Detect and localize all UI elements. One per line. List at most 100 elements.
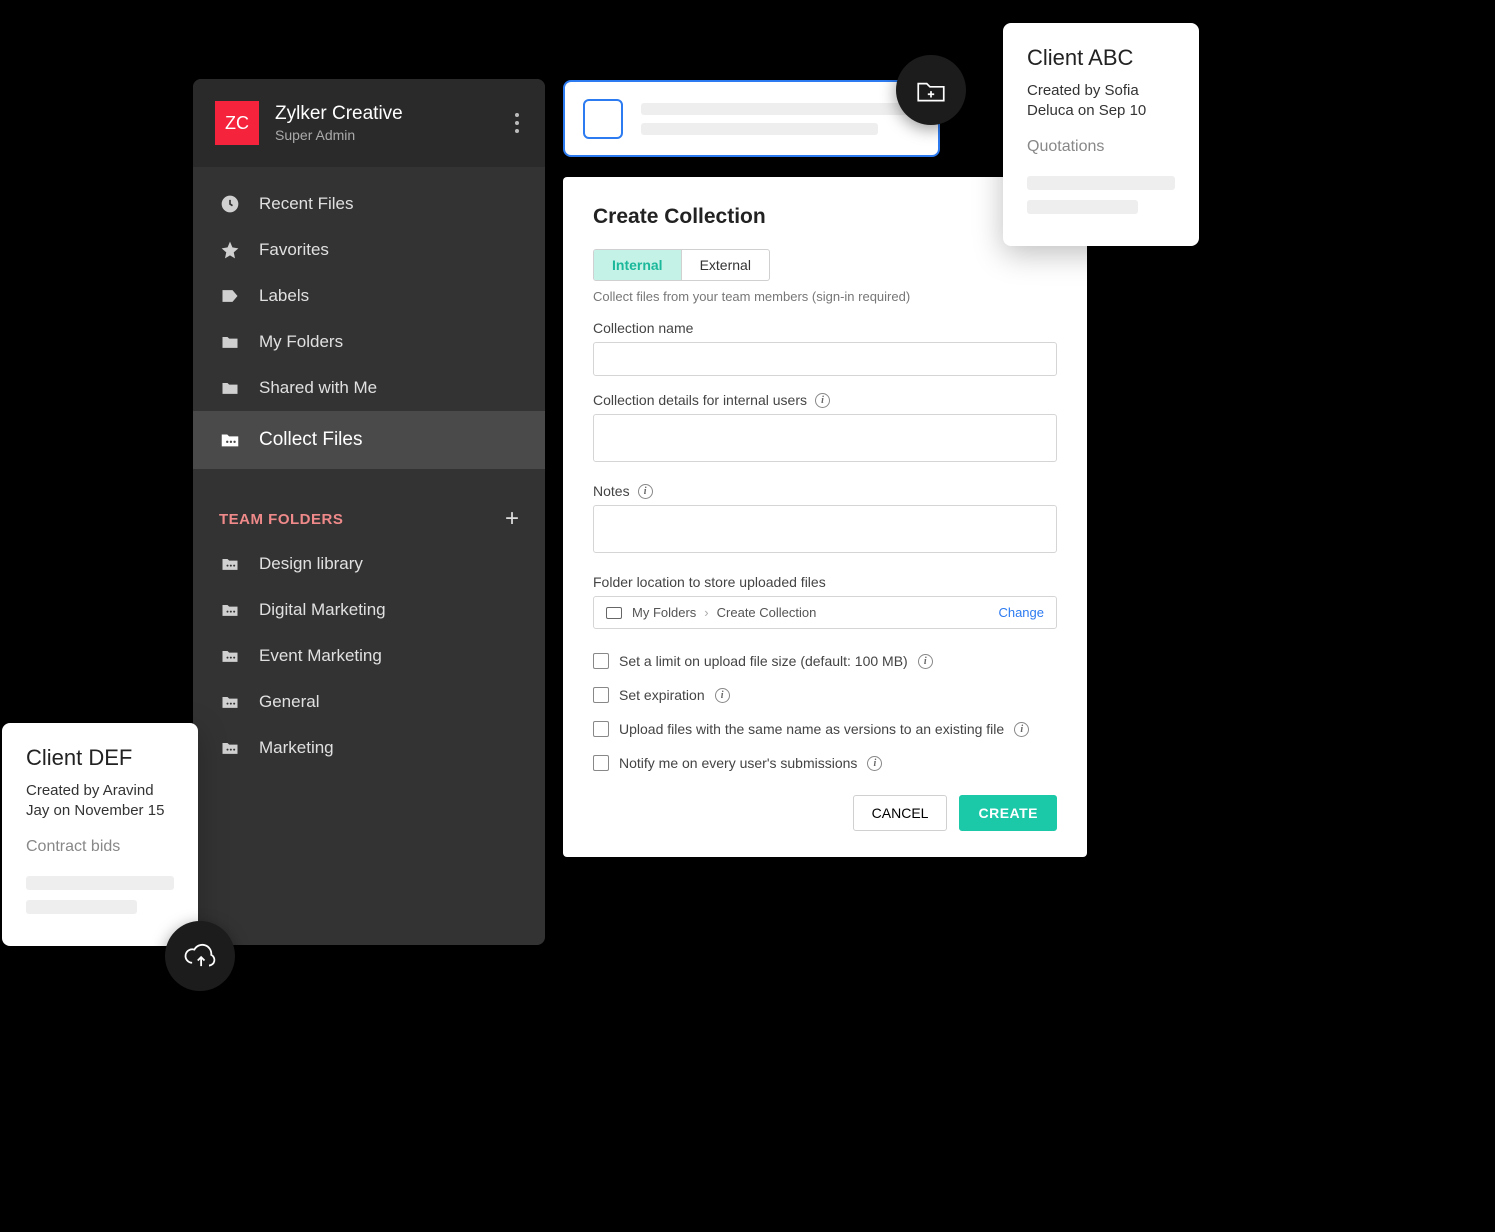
placeholder-line [641,103,920,115]
option-expiration: Set expiration i [593,687,1057,703]
selected-item-card[interactable] [563,80,940,157]
tag-icon [219,285,241,307]
org-info: Zylker Creative Super Admin [275,103,509,143]
folder-icon [219,737,241,759]
info-icon[interactable]: i [918,654,933,669]
upload-fab[interactable] [165,921,235,991]
nav-my-folders[interactable]: My Folders [193,319,545,365]
placeholder-line [26,900,137,914]
modal-actions: CANCEL CREATE [593,795,1057,831]
option-label: Set expiration [619,687,705,703]
nav-label: Recent Files [259,194,353,214]
team-folder-digital-marketing[interactable]: Digital Marketing [193,587,545,633]
card-meta: Created by Aravind Jay on November 15 [26,781,174,822]
item-placeholder-lines [641,103,920,135]
create-collection-modal: Create Collection Internal External Coll… [563,177,1087,857]
item-checkbox[interactable] [583,99,623,139]
team-nav: Design library Digital Marketing Event M… [193,541,545,785]
field-folder-location: Folder location to store uploaded files … [593,574,1057,629]
folder-location-label: Folder location to store uploaded files [593,574,1057,590]
cancel-button[interactable]: CANCEL [853,795,948,831]
new-folder-fab[interactable] [896,55,966,125]
team-label: Digital Marketing [259,600,386,620]
chevron-right-icon: › [704,605,708,620]
team-label: General [259,692,319,712]
tab-description: Collect files from your team members (si… [593,289,1057,304]
folder-icon [219,377,241,399]
add-team-folder-button[interactable]: + [505,507,519,531]
team-label: Event Marketing [259,646,382,666]
option-notify: Notify me on every user's submissions i [593,755,1057,771]
cloud-upload-icon [182,938,218,974]
option-versions: Upload files with the same name as versi… [593,721,1057,737]
primary-nav: Recent Files Favorites Labels My Folders… [193,167,545,483]
placeholder-line [1027,200,1138,214]
option-label: Notify me on every user's submissions [619,755,857,771]
checkbox-expiration[interactable] [593,687,609,703]
card-subtitle: Contract bids [26,838,174,856]
folder-outline-icon [606,607,622,619]
info-icon[interactable]: i [715,688,730,703]
change-location-link[interactable]: Change [998,605,1044,620]
team-folders-title: TEAM FOLDERS [219,511,343,528]
notes-input[interactable] [593,505,1057,553]
collection-name-input[interactable] [593,342,1057,376]
org-avatar: ZC [215,101,259,145]
team-label: Marketing [259,738,334,758]
option-label: Set a limit on upload file size (default… [619,653,908,669]
org-role: Super Admin [275,127,509,143]
placeholder-line [1027,176,1175,190]
nav-label: Collect Files [259,429,362,451]
folder-icon [219,691,241,713]
field-collection-name: Collection name [593,320,1057,376]
team-folder-design-library[interactable]: Design library [193,541,545,587]
team-label: Design library [259,554,363,574]
org-name: Zylker Creative [275,103,509,125]
client-card-abc[interactable]: Client ABC Created by Sofia Deluca on Se… [1003,23,1199,246]
checkbox-file-size[interactable] [593,653,609,669]
nav-favorites[interactable]: Favorites [193,227,545,273]
tab-internal[interactable]: Internal [594,250,681,280]
nav-labels[interactable]: Labels [193,273,545,319]
collection-type-tabs: Internal External [593,249,770,281]
card-title: Client ABC [1027,45,1175,71]
folder-icon [219,645,241,667]
folder-location-display: My Folders › Create Collection Change [593,596,1057,629]
card-meta: Created by Sofia Deluca on Sep 10 [1027,81,1175,122]
sidebar: ZC Zylker Creative Super Admin Recent Fi… [193,79,545,945]
checkbox-versions[interactable] [593,721,609,737]
collection-details-input[interactable] [593,414,1057,462]
collection-name-label: Collection name [593,320,1057,336]
breadcrumb-leaf: Create Collection [717,605,817,620]
placeholder-line [641,123,878,135]
folder-files-icon [219,429,241,451]
checkbox-notify[interactable] [593,755,609,771]
card-subtitle: Quotations [1027,138,1175,156]
team-folders-header: TEAM FOLDERS + [193,483,545,541]
nav-recent-files[interactable]: Recent Files [193,181,545,227]
nav-collect-files[interactable]: Collect Files [193,411,545,469]
team-folder-general[interactable]: General [193,679,545,725]
nav-label: Favorites [259,240,329,260]
client-card-def[interactable]: Client DEF Created by Aravind Jay on Nov… [2,723,198,946]
clock-icon [219,193,241,215]
folder-icon [219,553,241,575]
breadcrumb-root: My Folders [632,605,696,620]
team-folder-marketing[interactable]: Marketing [193,725,545,771]
modal-title: Create Collection [593,205,1057,229]
create-button[interactable]: CREATE [959,795,1057,831]
more-menu-icon[interactable] [509,107,525,139]
folder-plus-icon [914,73,948,107]
info-icon[interactable]: i [638,484,653,499]
info-icon[interactable]: i [1014,722,1029,737]
info-icon[interactable]: i [867,756,882,771]
field-collection-details: Collection details for internal users i [593,392,1057,467]
info-icon[interactable]: i [815,393,830,408]
field-notes: Notes i [593,483,1057,558]
option-label: Upload files with the same name as versi… [619,721,1004,737]
nav-shared-with-me[interactable]: Shared with Me [193,365,545,411]
nav-label: Shared with Me [259,378,377,398]
tab-external[interactable]: External [681,250,769,280]
team-folder-event-marketing[interactable]: Event Marketing [193,633,545,679]
nav-label: My Folders [259,332,343,352]
